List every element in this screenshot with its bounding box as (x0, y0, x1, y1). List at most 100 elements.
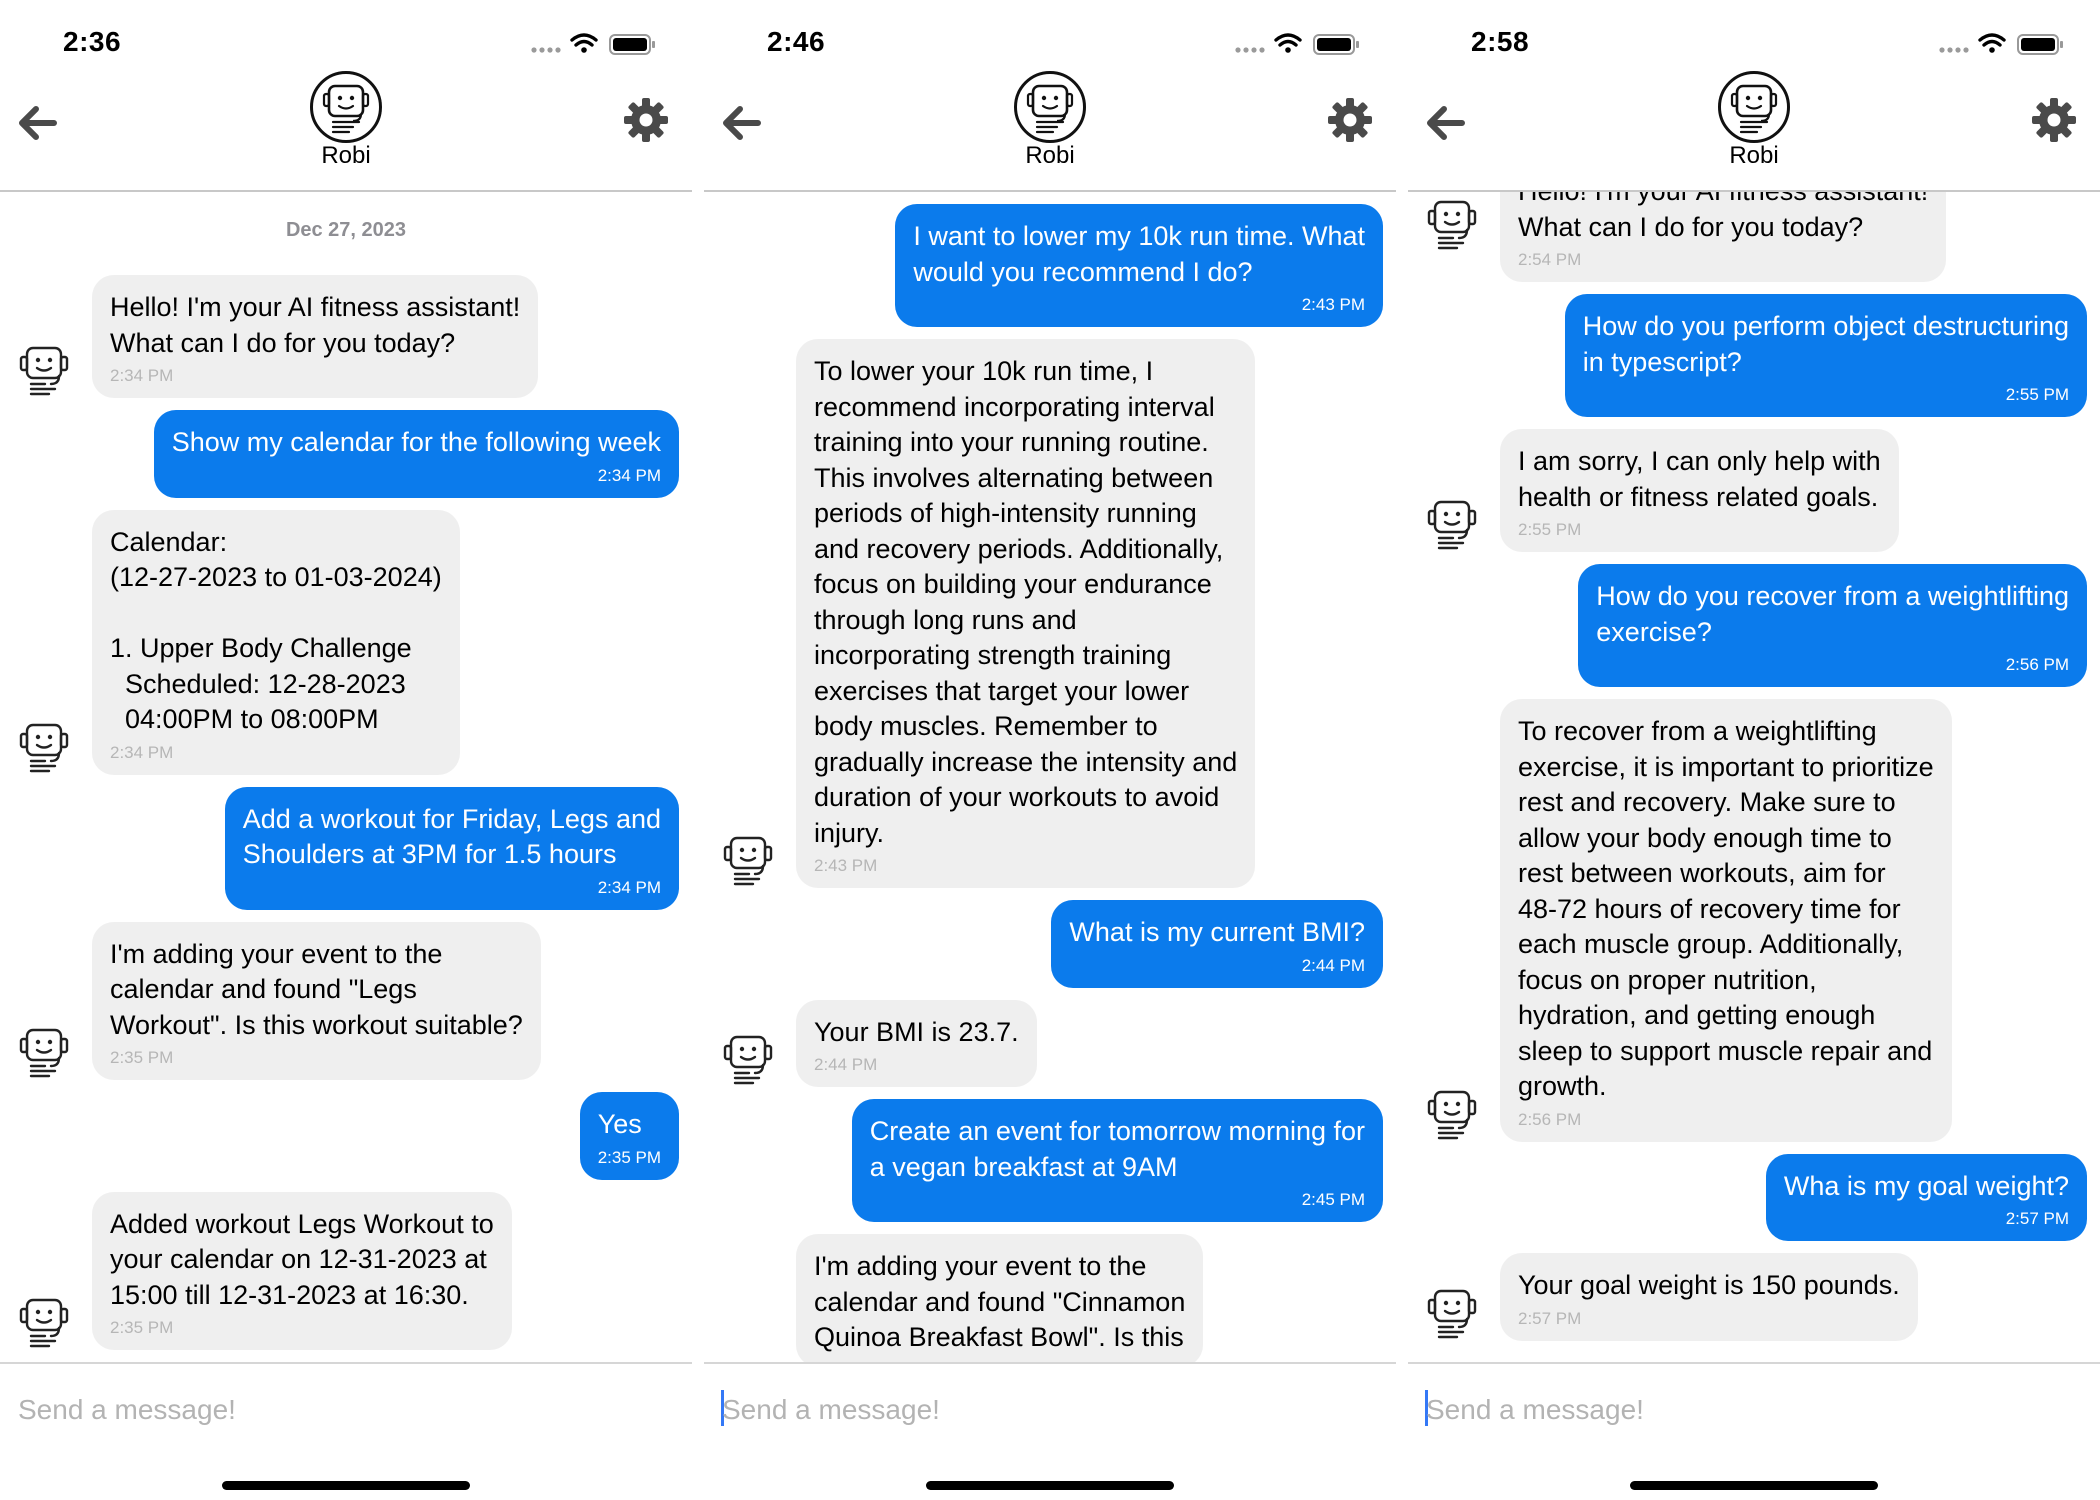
message-text: How do you perform object destructuring … (1582, 311, 2069, 377)
message-time: 2:35 PM (597, 1147, 661, 1167)
signal-icon (1235, 47, 1265, 53)
message-text: Yes (597, 1109, 642, 1139)
bot-message: Your goal weight is 150 pounds. 2:57 PM (1408, 1253, 2100, 1341)
wifi-icon (1978, 33, 2006, 53)
message-input[interactable] (722, 1384, 1378, 1436)
message-list[interactable]: Dec 27, 2023 Hello! I'm your AI fitness … (0, 192, 692, 1362)
message-composer (0, 1362, 692, 1500)
robot-icon (719, 830, 777, 888)
user-message: Wha is my goal weight? 2:57 PM (1408, 1153, 2100, 1241)
message-bubble: Added workout Legs Workout to your calen… (92, 1191, 512, 1350)
chat-header: Robi (704, 60, 1396, 192)
message-time: 2:57 PM (2005, 1209, 2069, 1228)
message-bubble: Your goal weight is 150 pounds. 2:57 PM (1500, 1253, 1918, 1341)
user-message: Show my calendar for the following week … (0, 410, 692, 498)
home-indicator (222, 1481, 470, 1490)
message-bubble: I'm adding your event to the calendar an… (92, 921, 541, 1080)
bot-message: I'm adding your event to the calendar an… (704, 1234, 1396, 1362)
message-time: 2:54 PM (1518, 250, 1582, 269)
home-indicator (1630, 1481, 1878, 1490)
status-time: 2:58 (1471, 26, 1530, 57)
message-input[interactable] (1426, 1384, 2082, 1436)
status-time: 2:36 (63, 26, 122, 57)
message-time: 2:55 PM (2005, 385, 2069, 404)
message-bubble: Wha is my goal weight? 2:57 PM (1765, 1153, 2087, 1241)
message-text: Add a workout for Friday, Legs and Shoul… (242, 803, 661, 870)
message-bubble: To lower your 10k run time, I recommend … (796, 339, 1256, 888)
message-text: To recover from a weightlifting exercise… (1518, 716, 1934, 1101)
assistant-avatar (1013, 70, 1087, 144)
message-time: 2:34 PM (597, 877, 661, 897)
robot-icon (1718, 71, 1790, 143)
user-message: How do you recover from a weightlifting … (1408, 564, 2100, 687)
message-time: 2:57 PM (1518, 1308, 1582, 1328)
user-message: Add a workout for Friday, Legs and Shoul… (0, 786, 692, 910)
message-bubble: Show my calendar for the following week … (153, 410, 679, 498)
message-bubble: To recover from a weightlifting exercise… (1500, 699, 1952, 1142)
arrow-left-icon (723, 106, 761, 140)
message-bubble: Add a workout for Friday, Legs and Shoul… (224, 786, 679, 910)
robot-icon (1423, 194, 1481, 252)
message-text: Show my calendar for the following week (171, 427, 661, 457)
battery-icon (1313, 34, 1359, 55)
message-bubble: Your BMI is 23.7. 2:44 PM (796, 999, 1037, 1087)
robot-icon (15, 717, 73, 775)
back-button[interactable] (1422, 100, 1468, 146)
status-time: 2:46 (767, 26, 826, 57)
message-time: 2:43 PM (1301, 295, 1365, 314)
settings-button[interactable] (1326, 96, 1374, 144)
message-list[interactable]: I want to lower my 10k run time. What wo… (704, 192, 1396, 1362)
chat-header: Robi (1408, 60, 2100, 192)
message-text: Hello! I'm your AI fitness assistant! Wh… (1518, 192, 1928, 242)
message-bubble: What is my current BMI? 2:44 PM (1051, 900, 1383, 988)
back-button[interactable] (718, 100, 764, 146)
message-text: What is my current BMI? (1069, 917, 1365, 947)
message-composer (704, 1362, 1396, 1500)
message-bubble: I'm adding your event to the calendar an… (796, 1234, 1204, 1362)
robot-icon (719, 1029, 777, 1087)
message-text: Wha is my goal weight? (1783, 1170, 2069, 1201)
message-text: Calendar: (12-27-2023 to 01-03-2024) 1. … (110, 526, 442, 735)
message-input[interactable] (18, 1384, 674, 1436)
message-list[interactable]: Hello! I'm your AI fitness assistant! Wh… (1408, 192, 2100, 1362)
message-bubble: Calendar: (12-27-2023 to 01-03-2024) 1. … (92, 509, 460, 775)
gear-icon (1328, 98, 1372, 142)
arrow-left-icon (1427, 106, 1465, 140)
message-bubble: I want to lower my 10k run time. What wo… (895, 204, 1383, 327)
message-time: 2:56 PM (1518, 1109, 1582, 1129)
bot-message: To recover from a weightlifting exercise… (1408, 699, 2100, 1142)
user-message: I want to lower my 10k run time. What wo… (704, 204, 1396, 327)
message-bubble: Yes 2:35 PM (579, 1092, 679, 1180)
chat-screen-1: 2:36 Robi Dec 27, 2023 Hello! I'm your A… (0, 0, 692, 1500)
robot-icon (15, 1292, 73, 1350)
arrow-left-icon (19, 106, 57, 140)
back-button[interactable] (14, 100, 60, 146)
assistant-avatar (1717, 70, 1791, 144)
bot-message: Hello! I'm your AI fitness assistant! Wh… (1408, 192, 2100, 282)
bot-message: Calendar: (12-27-2023 to 01-03-2024) 1. … (0, 509, 692, 775)
settings-button[interactable] (622, 96, 670, 144)
message-time: 2:34 PM (597, 465, 661, 485)
message-bubble: How do you perform object destructuring … (1564, 294, 2087, 417)
home-indicator (926, 1481, 1174, 1490)
user-message: How do you perform object destructuring … (1408, 294, 2100, 417)
message-text: How do you recover from a weightlifting … (1596, 581, 2069, 647)
signal-icon (1939, 47, 1969, 53)
message-text: I want to lower my 10k run time. What wo… (913, 221, 1365, 287)
message-time: 2:56 PM (2005, 655, 2069, 674)
robot-icon (1423, 1283, 1481, 1341)
battery-icon (609, 34, 655, 55)
message-time: 2:44 PM (814, 1055, 878, 1074)
message-time: 2:34 PM (110, 742, 174, 762)
message-text: I'm adding your event to the calendar an… (110, 938, 523, 1040)
gear-icon (2032, 98, 2076, 142)
signal-icon (531, 47, 561, 53)
message-bubble: Hello! I'm your AI fitness assistant! Wh… (1500, 192, 1947, 282)
message-text: Your goal weight is 150 pounds. (1518, 1270, 1900, 1300)
bot-message: I am sorry, I can only help with health … (1408, 429, 2100, 552)
message-text: I'm adding your event to the calendar an… (814, 1251, 1186, 1352)
chat-screen-3: 2:58 Robi What can I do for you today? 2… (1408, 0, 2100, 1500)
message-time: 2:45 PM (1301, 1190, 1365, 1209)
message-time: 2:43 PM (814, 856, 878, 875)
settings-button[interactable] (2030, 96, 2078, 144)
